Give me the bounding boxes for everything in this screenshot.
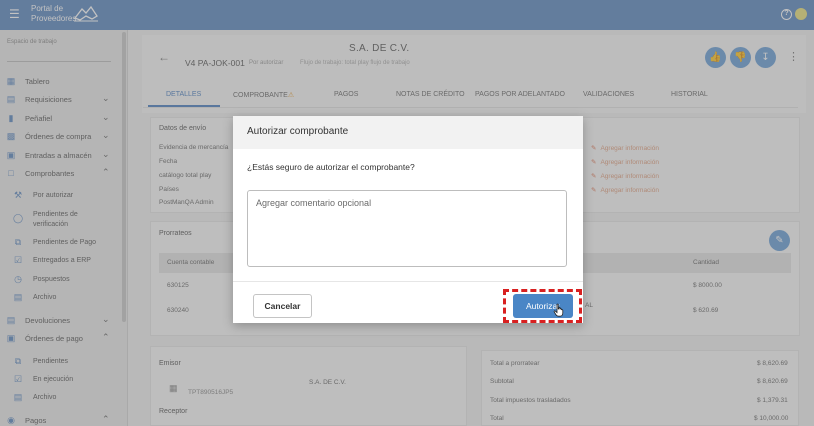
- comment-field[interactable]: [247, 190, 567, 267]
- hand-pointer-icon: [553, 303, 564, 317]
- dialog-header: Autorizar comprobante: [233, 116, 583, 149]
- dialog-title: Autorizar comprobante: [247, 126, 349, 137]
- authorize-highlight-box: [503, 289, 582, 323]
- dialog-question: ¿Estás seguro de autorizar el comprobant…: [247, 162, 415, 172]
- dialog-divider: [233, 281, 583, 282]
- cancel-button[interactable]: Cancelar: [253, 294, 312, 318]
